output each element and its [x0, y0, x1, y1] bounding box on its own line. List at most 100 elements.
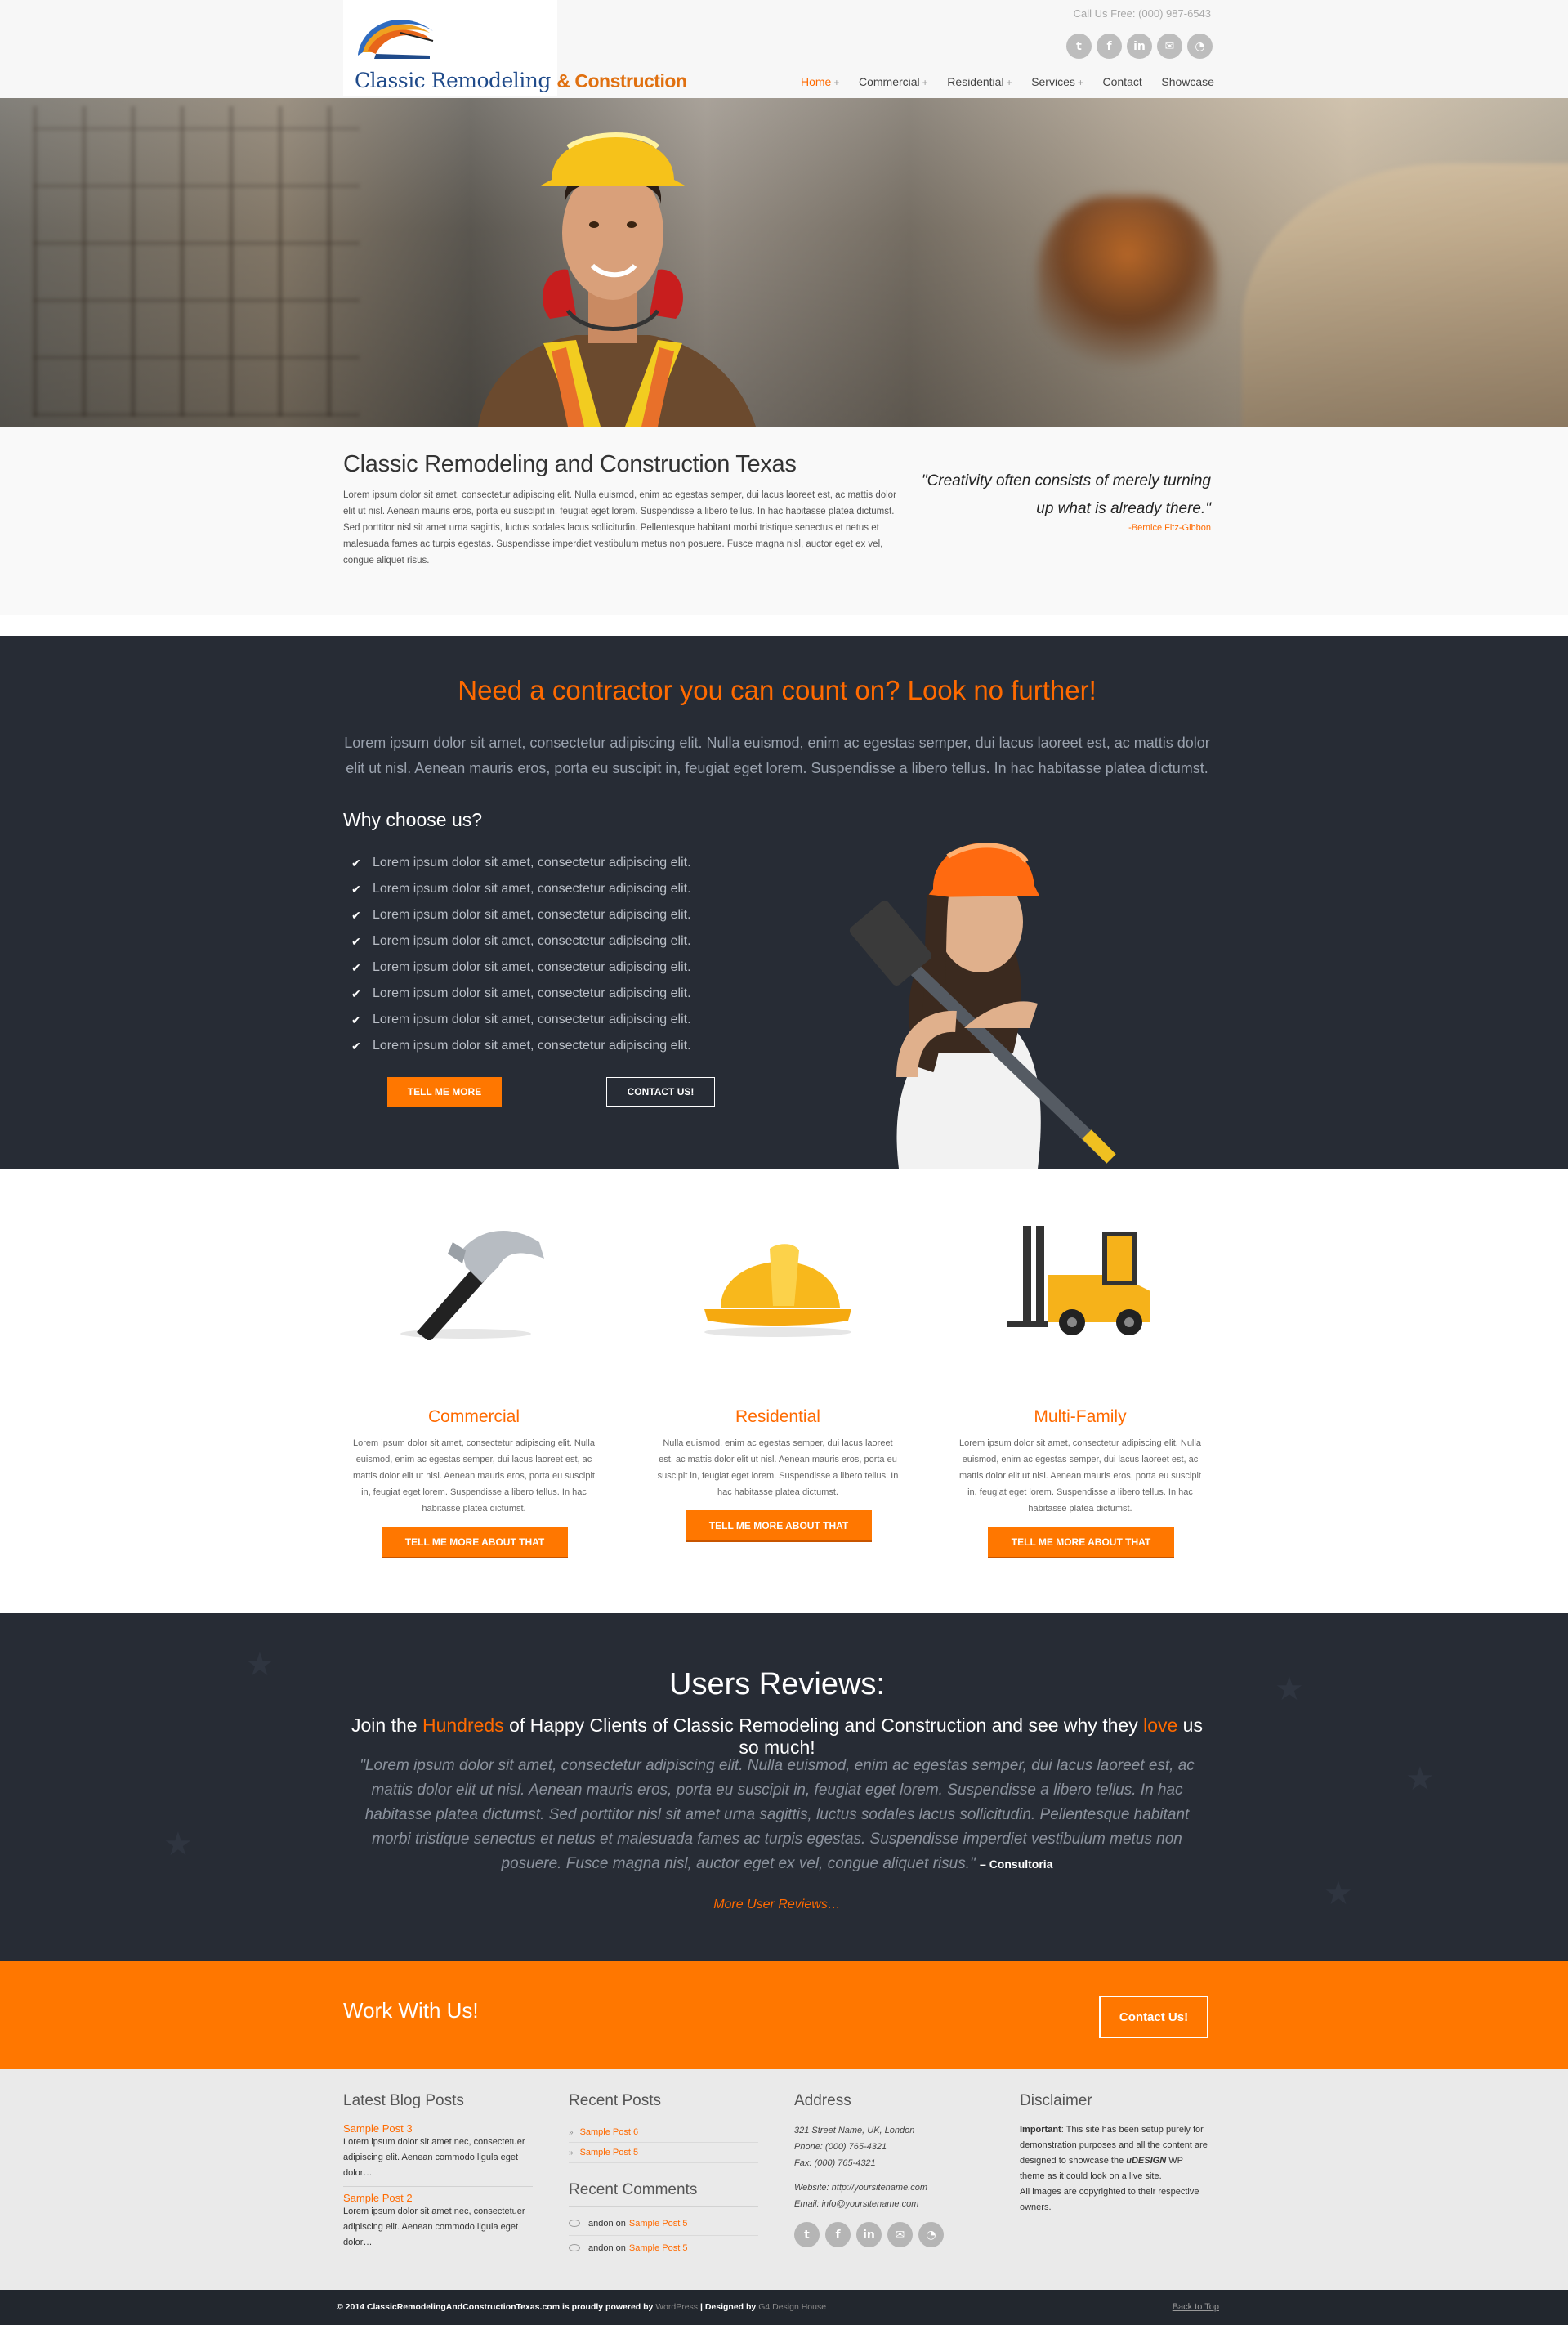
nav-plus: +: [1077, 77, 1083, 88]
list-item-text: Lorem ipsum dolor sit amet, consectetur …: [373, 908, 691, 922]
call-us-text: Call Us Free: (000) 987-6543: [1073, 7, 1211, 20]
checkmark-icon: ✔: [351, 882, 361, 896]
blog-post-excerpt: Lorem ipsum dolor sit amet nec, consecte…: [343, 2204, 533, 2256]
list-item-text: Lorem ipsum dolor sit amet, consectetur …: [373, 882, 691, 896]
nav-showcase[interactable]: Showcase: [1161, 75, 1214, 88]
phone-text: Phone: (000) 765-4321: [794, 2142, 887, 2152]
checkmark-icon: ✔: [351, 934, 361, 948]
website-link[interactable]: Website: http://yoursitename.com: [794, 2180, 984, 2196]
nav-contact[interactable]: Contact: [1103, 75, 1142, 88]
comment-on: on: [615, 2242, 626, 2253]
widget-title: Address: [794, 2092, 984, 2117]
work-with-us-title: Work With Us!: [343, 1998, 479, 2023]
checkmark-icon: ✔: [351, 986, 361, 1000]
recent-post-item[interactable]: » Sample Post 6: [569, 2122, 758, 2143]
checkmark-icon: ✔: [351, 1039, 361, 1053]
list-item: ✔ Lorem ipsum dolor sit amet, consectetur…: [351, 850, 691, 876]
nav-commercial-label: Commercial: [858, 75, 920, 88]
linkedin-icon[interactable]: in: [1127, 34, 1152, 59]
nav-showcase-label: Showcase: [1161, 75, 1214, 88]
comment-bubble-icon: [569, 2220, 580, 2227]
rss-icon[interactable]: ◔: [918, 2222, 944, 2247]
disclaimer-text: Important: This site has been setup pure…: [1020, 2122, 1209, 2184]
logo-amp-text: & Construction: [556, 70, 687, 92]
designer-link[interactable]: G4 Design House: [758, 2302, 826, 2312]
reviews-section: ★ ★ ★ ★ ★ Users Reviews: Join the Hundre…: [0, 1613, 1568, 1961]
nav-plus: +: [1006, 77, 1012, 88]
contact-us-cta-button[interactable]: Contact Us!: [1099, 1996, 1208, 2038]
wordpress-link[interactable]: WordPress: [655, 2302, 698, 2312]
site-header: Classic Remodeling & Construction Call U…: [0, 0, 1568, 98]
tell-me-more-about-that-button[interactable]: TELL ME MORE ABOUT THAT: [382, 1527, 568, 1557]
twitter-icon[interactable]: t: [1066, 34, 1092, 59]
header-social-icons: t f in ✉ ◔: [1057, 34, 1213, 61]
reviews-sub-highlight: Hundreds: [422, 1715, 504, 1736]
intro-quote-author: -Bernice Fitz-Gibbon: [1128, 523, 1211, 533]
nav-plus: +: [833, 77, 840, 88]
comment-post-link[interactable]: Sample Post 5: [629, 2243, 688, 2253]
recent-post-link[interactable]: Sample Post 6: [580, 2127, 639, 2137]
services-section: Commercial Lorem ipsum dolor sit amet, c…: [0, 1169, 1568, 1613]
nav-commercial[interactable]: Commercial +: [859, 75, 928, 88]
service-title: Multi-Family: [1034, 1407, 1127, 1426]
comment-post-link[interactable]: Sample Post 5: [629, 2219, 688, 2229]
comment-author: andon: [588, 2242, 614, 2253]
contact-us-button[interactable]: CONTACT US!: [606, 1077, 715, 1107]
footer-social-icons: t f in ✉ ◔: [794, 2222, 984, 2247]
checkmark-icon: ✔: [351, 908, 361, 922]
address-widget: Address 321 Street Name, UK, London Phon…: [794, 2092, 984, 2247]
list-item: ✔ Lorem ipsum dolor sit amet, consectetur…: [351, 1033, 691, 1059]
linkedin-icon[interactable]: in: [856, 2222, 882, 2247]
service-title: Residential: [735, 1407, 820, 1426]
disclaimer-copyright: All images are copyrighted to their resp…: [1020, 2187, 1199, 2212]
list-item-text: Lorem ipsum dolor sit amet, consectetur …: [373, 1013, 691, 1026]
nav-contact-label: Contact: [1102, 75, 1142, 88]
review-author: – Consultoria: [980, 1858, 1053, 1871]
service-body: Lorem ipsum dolor sit amet, consectetur …: [959, 1438, 1201, 1513]
nav-plus: +: [922, 77, 928, 88]
recent-post-link[interactable]: Sample Post 5: [580, 2148, 639, 2157]
email-icon[interactable]: ✉: [887, 2222, 913, 2247]
main-nav: Home + Commercial + Residential + Services +…: [801, 75, 1214, 88]
star-decoration-icon: ★: [163, 1826, 193, 1862]
hard-hat-icon: [704, 1244, 851, 1337]
why-choose-list: ✔ Lorem ipsum dolor sit amet, consectetur…: [351, 850, 691, 1059]
more-user-reviews-link[interactable]: More User Reviews…: [343, 1898, 1211, 1912]
recent-post-item[interactable]: » Sample Post 5: [569, 2143, 758, 2163]
facebook-icon[interactable]: f: [1097, 34, 1122, 59]
recent-comment-item: andon on Sample Post 5: [569, 2236, 758, 2260]
list-item-text: Lorem ipsum dolor sit amet, consectetur …: [373, 934, 691, 948]
blog-post-link[interactable]: Sample Post 2: [343, 2192, 533, 2204]
blog-post-link[interactable]: Sample Post 3: [343, 2122, 533, 2135]
tell-me-more-about-that-button[interactable]: TELL ME MORE ABOUT THAT: [988, 1527, 1174, 1557]
rss-icon[interactable]: ◔: [1187, 34, 1213, 59]
back-to-top-link[interactable]: Back to Top: [1144, 2302, 1219, 2312]
double-arrow-icon: »: [569, 2127, 574, 2137]
star-decoration-icon: ★: [1324, 1876, 1353, 1911]
hero-banner: [0, 98, 1568, 427]
nav-home-label: Home: [801, 75, 832, 88]
contractor-title: Need a contractor you can count on? Look…: [458, 675, 1097, 705]
widget-title: Latest Blog Posts: [343, 2092, 533, 2117]
list-item-text: Lorem ipsum dolor sit amet, consectetur …: [373, 1039, 691, 1053]
tell-me-more-button[interactable]: TELL ME MORE: [387, 1077, 502, 1107]
logo-main-text: Classic Remodeling: [355, 69, 551, 92]
star-decoration-icon: ★: [1275, 1671, 1304, 1707]
nav-services[interactable]: Services +: [1031, 75, 1083, 88]
twitter-icon[interactable]: t: [794, 2222, 820, 2247]
facebook-icon[interactable]: f: [825, 2222, 851, 2247]
reviews-sub-highlight: love: [1143, 1715, 1178, 1736]
disclaimer-brand: uDESIGN: [1126, 2156, 1167, 2166]
double-arrow-icon: »: [569, 2148, 574, 2157]
why-choose-title: Why choose us?: [343, 809, 483, 830]
tell-me-more-about-that-button[interactable]: TELL ME MORE ABOUT THAT: [686, 1510, 872, 1540]
logo[interactable]: Classic Remodeling & Construction: [343, 0, 687, 96]
nav-residential[interactable]: Residential +: [947, 75, 1012, 88]
nav-home[interactable]: Home +: [801, 75, 839, 88]
contractor-intro: Lorem ipsum dolor sit amet, consectetur …: [344, 735, 1210, 776]
email-icon[interactable]: ✉: [1157, 34, 1182, 59]
intro-quote: "Creativity often consists of merely tur…: [921, 472, 1211, 517]
email-link[interactable]: Email: info@yoursitename.com: [794, 2196, 984, 2212]
comment-author: andon: [588, 2218, 614, 2229]
copyright-text: © 2014 ClassicRemodelingAndConstructionT…: [337, 2302, 826, 2312]
